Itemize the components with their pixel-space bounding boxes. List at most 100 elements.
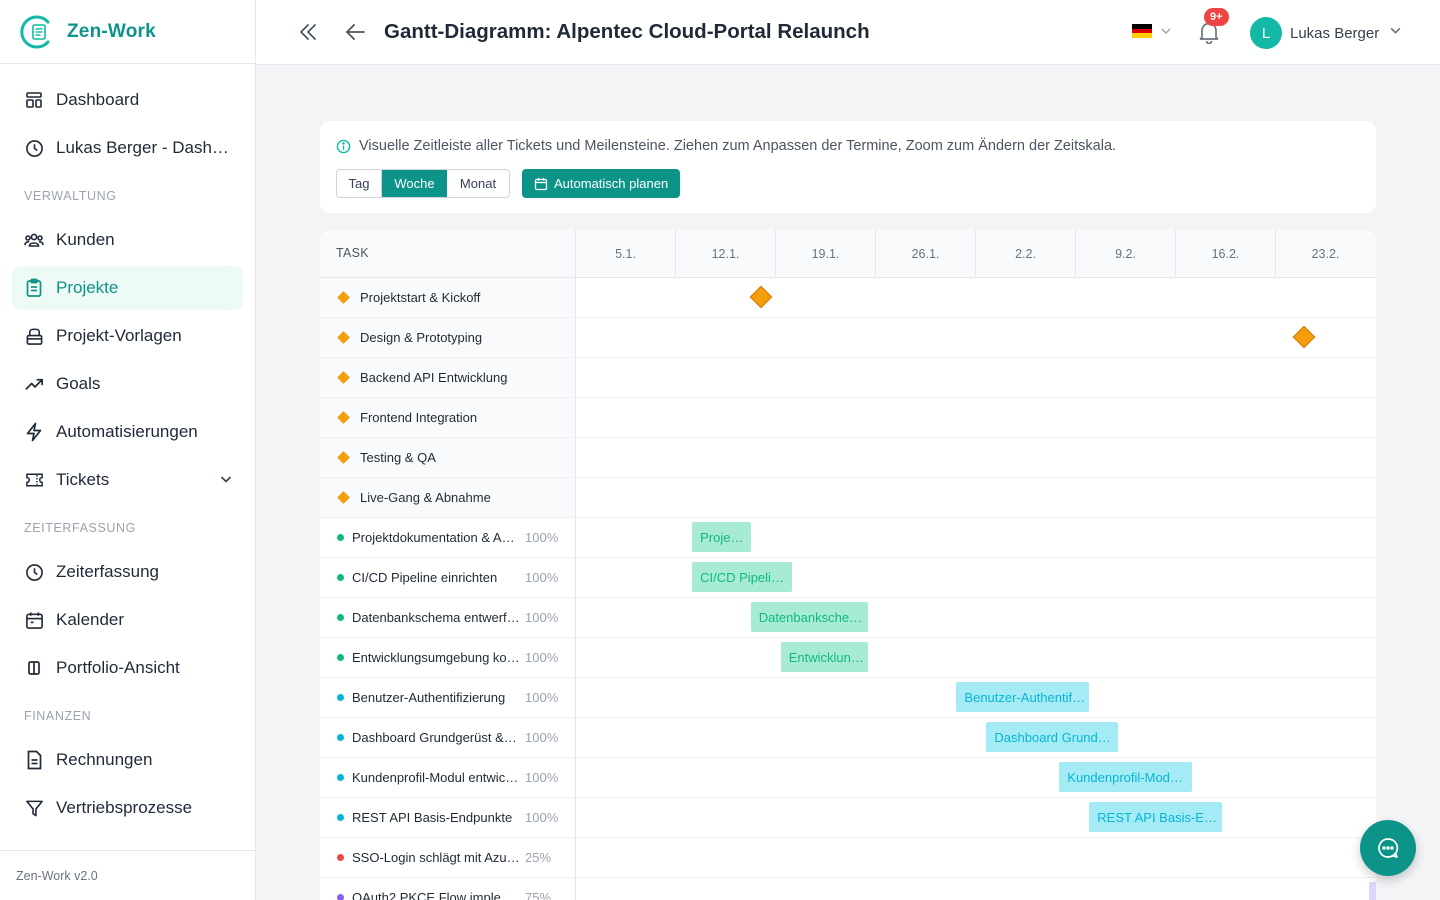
task-cell: SSO-Login schlägt mit Azure AD fehl 25% [320,838,575,877]
status-dot [337,814,344,821]
task-bar[interactable]: Dashboard Grundgerüst & Layout [986,722,1118,752]
sidebar-nav: Dashboard Lukas Berger - Dashboard VERWA… [0,64,255,830]
task-bar[interactable] [1369,882,1376,900]
sidebar-item-label: Lukas Berger - Dashboard [56,138,232,157]
info-text: Visuelle Zeitleiste aller Tickets und Me… [359,138,1117,154]
task-row[interactable]: REST API Basis-Endpunkte 100% REST API Bas… [320,798,1376,838]
milestone-cell: Live-Gang & Abnahme [320,478,575,517]
task-progress: 100% [525,570,559,585]
milestone-marker[interactable] [1292,325,1315,349]
dashboard-icon [24,90,44,110]
milestone-name: Testing & QA [360,450,436,465]
task-bar[interactable]: Projektdokumentation & Anforderungen [692,522,751,552]
task-name: Kundenprofil-Modul entwickeln [352,770,520,785]
milestone-name: Design & Prototyping [360,330,483,345]
sidebar-item-goals[interactable]: Goals [12,362,243,406]
task-progress: 100% [525,810,559,825]
task-name: CI/CD Pipeline einrichten [352,570,498,585]
sidebar-item-personal-dashboard[interactable]: Lukas Berger - Dashboard [12,126,243,170]
sidebar-item-tickets[interactable]: Tickets [12,458,243,502]
milestone-row[interactable]: Frontend Integration [320,398,1376,438]
task-name: Dashboard Grundgerüst & Layout [352,730,520,745]
task-cell: Benutzer-Authentifizierung 100% [320,678,575,717]
chevron-down-icon [1160,25,1172,37]
milestone-row[interactable]: Backend API Entwicklung [320,358,1376,398]
task-row[interactable]: Entwicklungsumgebung konfigurieren100%En… [320,638,1376,678]
task-bar-label: REST API Basis-Endpunkte [1097,809,1219,825]
task-bar[interactable]: Benutzer-Authentifizierung [956,682,1090,712]
sidebar-item-label: Goals [56,374,101,393]
sidebar-item-projekte[interactable]: Projekte [12,266,243,310]
task-row[interactable]: Benutzer-Authentifizierung 100% Benutzer-A… [320,678,1376,718]
task-row[interactable]: OAuth2 PKCE Flow implementieren 75% [320,878,1376,900]
language-selector[interactable] [1132,24,1172,39]
milestone-row[interactable]: Projektstart & Kickoff [320,278,1376,318]
task-progress: 100% [525,690,559,705]
lightning-icon [24,422,44,442]
milestone-row[interactable]: Live-Gang & Abnahme [320,478,1376,518]
task-bar[interactable]: CI/CD Pipeline einrichten [692,562,793,592]
sidebar-item-projekt-vorlagen[interactable]: Projekt-Vorlagen [12,314,243,358]
chevron-down-icon[interactable] [219,471,233,491]
back-button[interactable] [343,20,367,44]
task-row[interactable]: SSO-Login schlägt mit Azure AD fehl 25% [320,838,1376,878]
users-icon [24,230,44,250]
sidebar-item-kalender[interactable]: Kalender [12,598,243,642]
view-month-button[interactable]: Monat [447,170,509,197]
task-column-header: TASK [336,246,369,260]
task-bar[interactable]: REST API Basis-Endpunkte [1089,802,1223,832]
page-title: Gantt-Diagramm: Alpentec Cloud-Portal Re… [384,20,870,43]
sidebar-item-automatisierungen[interactable]: Automatisierungen [12,410,243,454]
milestone-row[interactable]: Design & Prototyping [320,318,1376,358]
sidebar-item-label: Kalender [56,610,125,629]
task-row[interactable]: Dashboard Grundgerüst & Layout100%Dashbo… [320,718,1376,758]
sidebar-item-label: Dashboard [56,90,140,109]
sidebar-item-label: Tickets [56,470,110,489]
task-bar[interactable]: Kundenprofil-Modul entwickeln [1059,762,1193,792]
user-menu[interactable]: L Lukas Berger [1250,17,1402,49]
task-bar-label: Projektdokumentation & Anforderungen [700,529,747,545]
auto-plan-button[interactable]: Automatisch planen [522,169,680,198]
view-week-button[interactable]: Woche [382,170,447,197]
milestone-row[interactable]: Testing & QA [320,438,1376,478]
task-row[interactable]: CI/CD Pipeline einrichten 100% CI/CD Pipel… [320,558,1376,598]
milestone-icon [337,491,350,504]
milestone-name: Projektstart & Kickoff [360,290,481,305]
milestone-icon [337,451,350,464]
task-row[interactable]: Datenbankschema entwerfen 100% Datenbanksc… [320,598,1376,638]
status-dot [337,734,344,741]
task-row[interactable]: Kundenprofil-Modul entwickeln 100% Kundenp… [320,758,1376,798]
week-header: 9.2. [1075,230,1175,278]
sidebar-item-vertriebsprozesse[interactable]: Vertriebsprozesse [12,786,243,830]
week-header: 16.2. [1175,230,1275,278]
task-row[interactable]: Projektdokumentation & Anforderungen 100%… [320,518,1376,558]
milestone-marker[interactable] [749,285,773,309]
top-header: Gantt-Diagramm: Alpentec Cloud-Portal Re… [256,0,1440,65]
sidebar-item-rechnungen[interactable]: Rechnungen [12,738,243,782]
week-header: 12.1. [675,230,775,278]
brand-name: Zen-Work [67,20,156,42]
sidebar-item-label: Zeiterfassung [56,562,159,581]
sidebar-item-zeiterfassung[interactable]: Zeiterfassung [12,550,243,594]
sidebar-item-label: Kunden [56,230,115,249]
task-cell: REST API Basis-Endpunkte 100% [320,798,575,837]
task-cell: OAuth2 PKCE Flow implementieren 75% [320,878,575,900]
user-name: Lukas Berger [1290,24,1380,42]
view-day-button[interactable]: Tag [337,170,382,197]
section-title-zeiterfassung: ZEITERFASSUNG [24,521,136,535]
sidebar-item-kunden[interactable]: Kunden [12,218,243,262]
task-progress: 100% [525,770,559,785]
sidebar-item-portfolio-ansicht[interactable]: Portfolio-Ansicht [12,646,243,690]
notification-badge: 9+ [1204,8,1229,26]
task-bar-label: Benutzer-Authentifizierung [964,689,1085,705]
task-bar[interactable]: Entwicklungsumgebung konfigurieren [780,642,868,672]
task-bar[interactable]: Datenbankschema entwerfen [750,602,868,632]
clock-icon [24,562,44,582]
sidebar-item-dashboard[interactable]: Dashboard [12,78,243,122]
task-name: OAuth2 PKCE Flow implementieren [352,890,520,900]
collapse-sidebar-button[interactable] [296,20,320,44]
brand[interactable]: Zen-Work [0,0,255,64]
milestone-cell: Backend API Entwicklung [320,358,575,397]
status-dot [337,774,344,781]
chat-button[interactable] [1360,820,1416,876]
